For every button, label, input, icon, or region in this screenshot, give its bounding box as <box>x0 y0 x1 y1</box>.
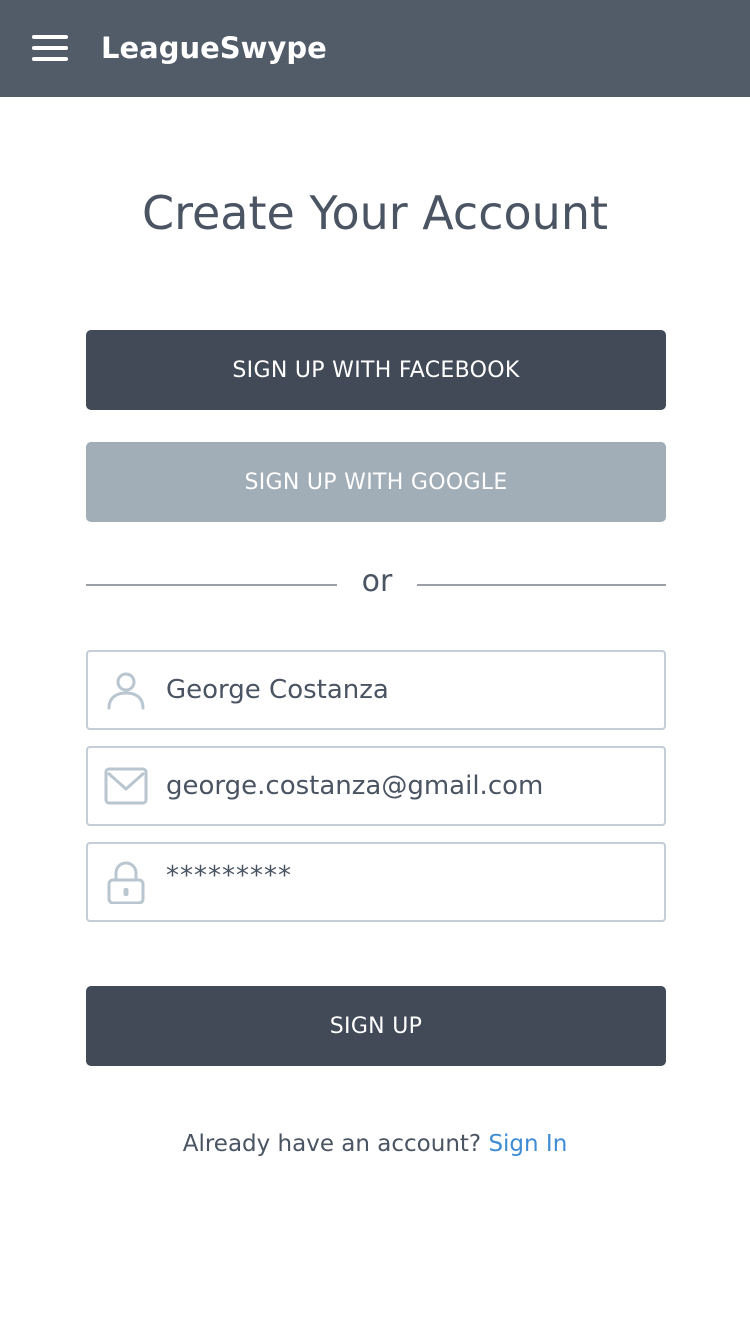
email-field[interactable]: george.costanza@gmail.com <box>86 746 666 826</box>
name-input[interactable]: George Costanza <box>166 652 389 728</box>
divider-or-text: or <box>361 564 393 599</box>
app-header: LeagueSwype <box>0 0 750 97</box>
app-brand: LeagueSwype <box>101 31 327 65</box>
lock-icon <box>107 861 145 904</box>
sign-up-with-google-label: SIGN UP WITH GOOGLE <box>244 469 508 495</box>
envelope-icon <box>104 767 148 805</box>
sign-up-with-facebook-button[interactable]: SIGN UP WITH FACEBOOK <box>86 330 666 410</box>
sign-in-link[interactable]: Sign In <box>488 1131 567 1157</box>
hamburger-menu-icon[interactable] <box>32 35 68 61</box>
email-input[interactable]: george.costanza@gmail.com <box>166 748 543 824</box>
page-title: Create Your Account <box>141 186 609 240</box>
name-field[interactable]: George Costanza <box>86 650 666 730</box>
sign-up-with-facebook-label: SIGN UP WITH FACEBOOK <box>232 357 520 383</box>
sign-up-with-google-button[interactable]: SIGN UP WITH GOOGLE <box>86 442 666 522</box>
password-field[interactable]: ********* <box>86 842 666 922</box>
divider-line-right <box>417 584 666 586</box>
person-icon <box>107 672 145 710</box>
sign-in-prompt-text: Already have an account? <box>182 1131 482 1157</box>
sign-up-button[interactable]: SIGN UP <box>86 986 666 1066</box>
divider-line-left <box>86 584 337 586</box>
sign-up-label: SIGN UP <box>329 1013 423 1039</box>
password-input[interactable]: ********* <box>166 838 292 914</box>
sign-in-prompt: Already have an account? Sign In <box>0 1128 750 1160</box>
